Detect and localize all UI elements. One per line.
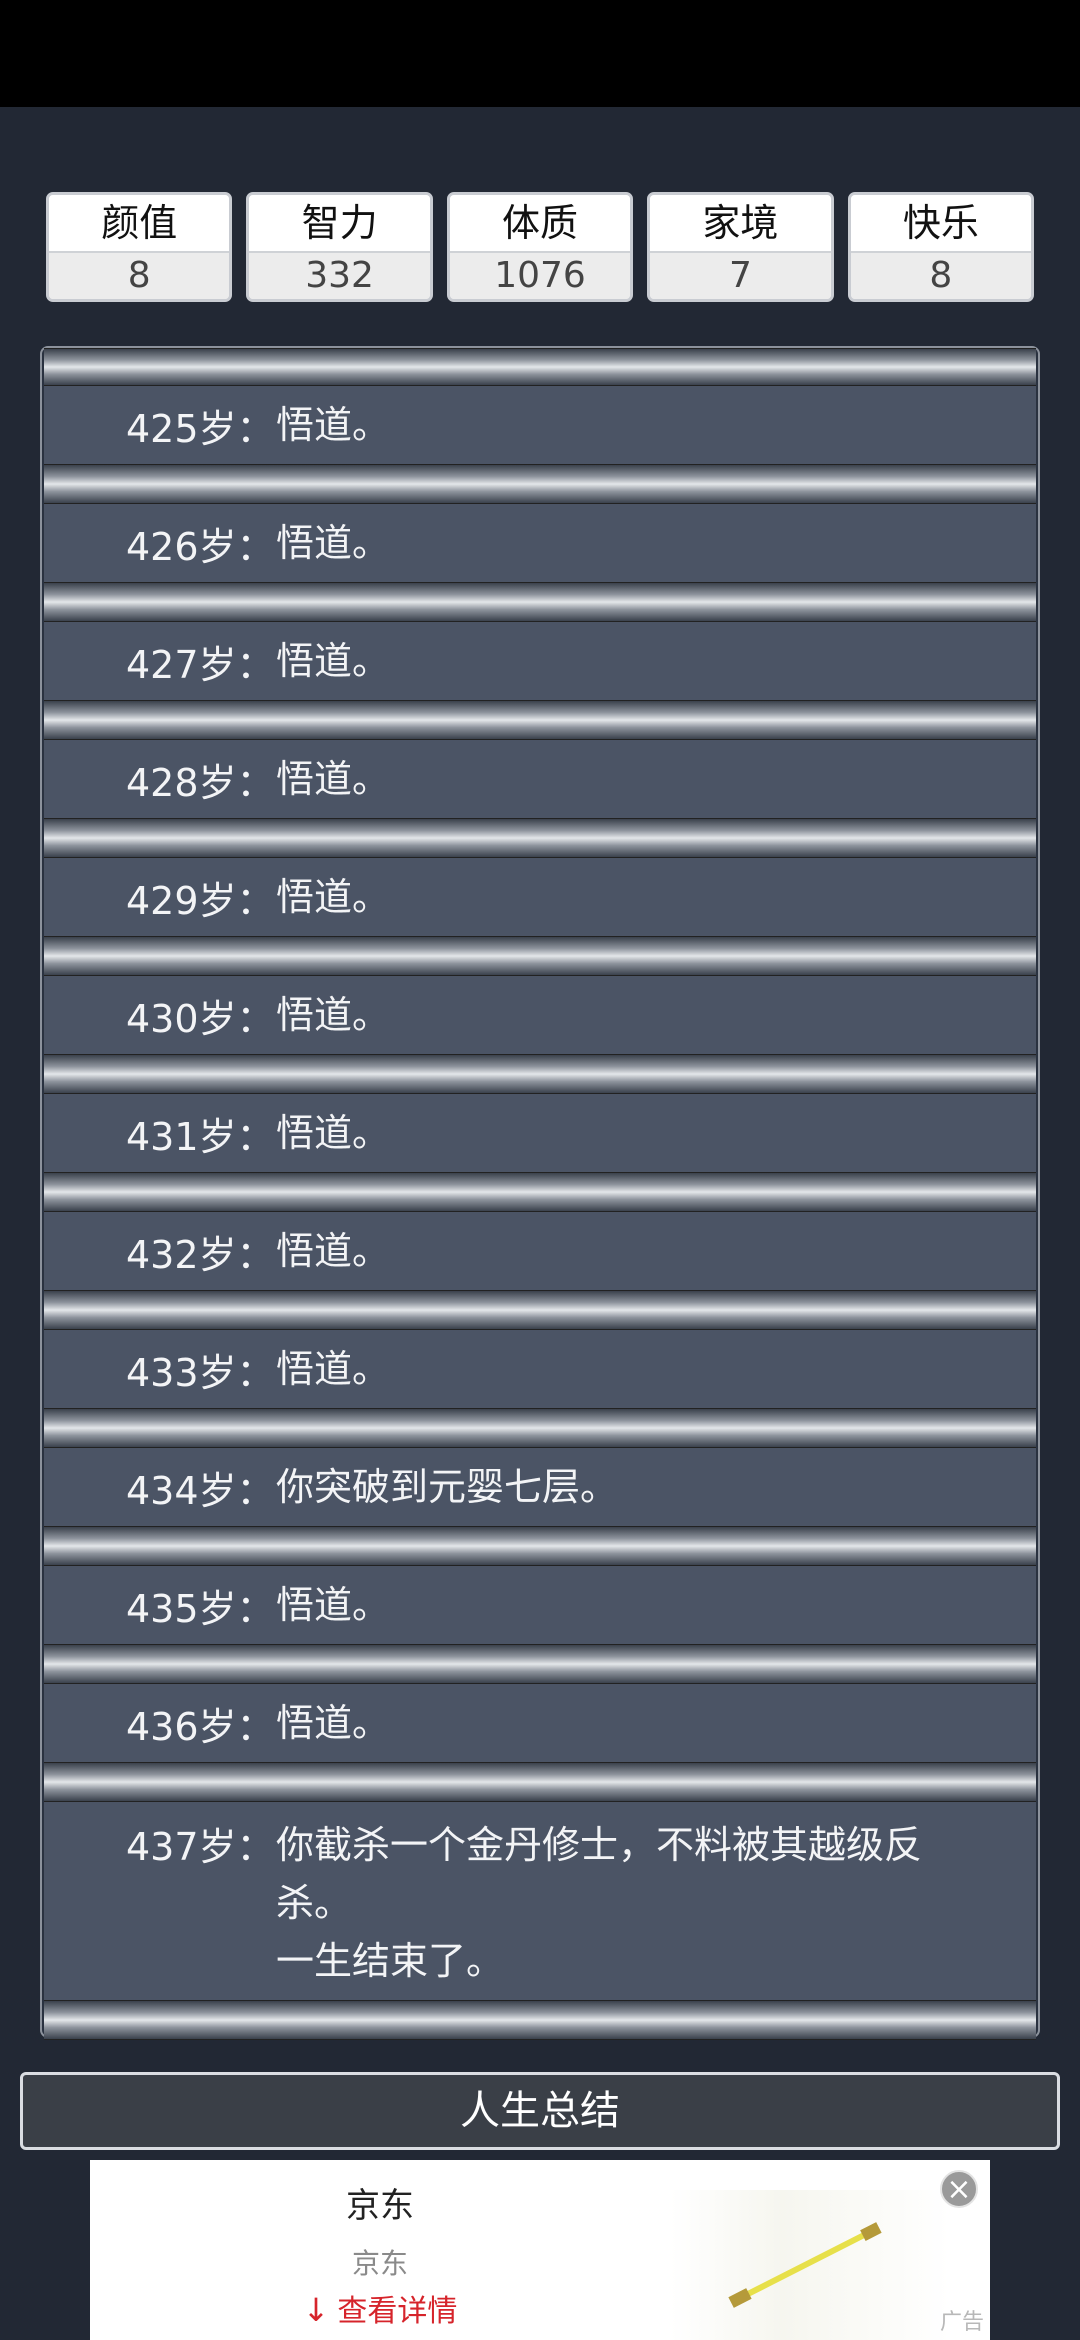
log-entry: 433岁： 悟道。: [44, 1330, 1036, 1408]
log-entry: 432岁： 悟道。: [44, 1212, 1036, 1290]
log-event-line: 悟道。: [276, 521, 391, 565]
log-separator: [44, 1762, 1036, 1802]
log-entry: 437岁： 你截杀一个金丹修士，不料被其越级反杀。 一生结束了。: [44, 1802, 1036, 2000]
log-entry: 429岁： 悟道。: [44, 858, 1036, 936]
status-bar: [0, 0, 1080, 107]
log-entry: 431岁： 悟道。: [44, 1094, 1036, 1172]
log-event: 你截杀一个金丹修士，不料被其越级反杀。 一生结束了。: [276, 1816, 1036, 1990]
cable-image: [728, 2222, 882, 2308]
stat-label: 颜值: [49, 195, 230, 253]
log-event: 悟道。: [276, 1104, 1036, 1162]
close-icon[interactable]: ×: [940, 2170, 978, 2208]
log-separator: [44, 1644, 1036, 1684]
log-separator: [44, 1526, 1036, 1566]
log-event: 悟道。: [276, 1340, 1036, 1398]
download-arrow-icon: ↓: [302, 2291, 330, 2329]
log-event-line: 悟道。: [276, 757, 391, 801]
log-separator: [44, 1408, 1036, 1448]
log-separator: [44, 818, 1036, 858]
log-event-line: 悟道。: [276, 1111, 391, 1155]
log-age: 426岁：: [126, 524, 275, 569]
life-summary-button[interactable]: 人生总结: [20, 2072, 1060, 2150]
stat-family: 家境 7: [647, 192, 834, 302]
log-event-line: 悟道。: [276, 1229, 391, 1273]
stat-constitution: 体质 1076: [446, 192, 634, 302]
log-event: 悟道。: [276, 1694, 1036, 1752]
stat-value: 1076: [449, 253, 631, 299]
log-age: 430岁：: [126, 996, 275, 1041]
log-entry: 426岁： 悟道。: [44, 504, 1036, 582]
log-event-line: 悟道。: [276, 639, 391, 683]
log-entry: 430岁： 悟道。: [44, 976, 1036, 1054]
stat-value: 332: [249, 253, 430, 299]
log-event: 悟道。: [276, 514, 1036, 572]
log-separator: [44, 464, 1036, 504]
log-age: 429岁：: [126, 878, 275, 923]
log-entry: 435岁： 悟道。: [44, 1566, 1036, 1644]
log-event-line: 悟道。: [276, 875, 391, 919]
log-age: 435岁：: [126, 1586, 275, 1631]
log-event-line: 一生结束了。: [276, 1939, 505, 1983]
log-event-line: 悟道。: [276, 1583, 391, 1627]
log-age: 427岁：: [126, 642, 275, 687]
log-event-line: 悟道。: [276, 993, 391, 1037]
ad-label: 广告: [939, 2310, 984, 2335]
attribute-stats: 颜值 8 智力 332 体质 1076 家境 7 快乐 8: [46, 192, 1035, 302]
log-event-line: 你突破到元婴七层。: [276, 1465, 619, 1509]
stat-label: 智力: [249, 195, 430, 253]
stat-value: 7: [650, 253, 831, 299]
log-event: 悟道。: [276, 1222, 1036, 1280]
log-event: 你突破到元婴七层。: [276, 1458, 1036, 1516]
stat-value: 8: [49, 253, 230, 299]
stat-intelligence: 智力 332: [246, 192, 433, 302]
log-age: 436岁：: [126, 1704, 275, 1749]
log-event-line: 悟道。: [276, 1347, 391, 1391]
log-event-line: 悟道。: [276, 403, 391, 447]
log-event-line: 悟道。: [276, 1701, 391, 1745]
stat-appearance: 颜值 8: [46, 192, 233, 302]
log-event: 悟道。: [276, 396, 1036, 454]
log-entry: 425岁： 悟道。: [44, 386, 1036, 464]
log-separator: [44, 700, 1036, 740]
log-age: 425岁：: [126, 406, 275, 451]
ad-view-details-link[interactable]: ↓ 查看详情: [90, 2286, 670, 2330]
ad-cta-label: 查看详情: [337, 2294, 458, 2329]
log-event-line: 你截杀一个金丹修士，不料被其越级反杀。: [276, 1823, 923, 1925]
log-event: 悟道。: [276, 750, 1036, 808]
log-separator: [44, 348, 1036, 386]
stat-label: 家境: [650, 195, 831, 253]
ad-title: 京东: [346, 2186, 414, 2226]
log-age: 432岁：: [126, 1232, 275, 1277]
log-event: 悟道。: [276, 632, 1036, 690]
log-entry: 434岁： 你突破到元婴七层。: [44, 1448, 1036, 1526]
log-entry: 427岁： 悟道。: [44, 622, 1036, 700]
stat-label: 快乐: [850, 195, 1032, 253]
log-separator: [44, 1172, 1036, 1212]
log-age: 428岁：: [126, 760, 275, 805]
log-separator: [44, 936, 1036, 976]
stat-label: 体质: [449, 195, 631, 253]
log-separator: [44, 582, 1036, 622]
log-event: 悟道。: [276, 868, 1036, 926]
log-event: 悟道。: [276, 1576, 1036, 1634]
stat-happiness: 快乐 8: [847, 192, 1035, 302]
ad-subtitle: 京东: [351, 2247, 408, 2280]
log-separator: [44, 2000, 1036, 2040]
log-age: 431岁：: [126, 1114, 275, 1159]
life-log-panel[interactable]: 425岁： 悟道。 426岁： 悟道。 427岁： 悟道。 428岁： 悟道。 …: [40, 346, 1040, 2040]
log-entry: 436岁： 悟道。: [44, 1684, 1036, 1762]
ad-product-image[interactable]: [670, 2190, 950, 2340]
ad-banner[interactable]: 京东 京东 ↓ 查看详情 × 广告: [90, 2160, 990, 2340]
log-entry: 428岁： 悟道。: [44, 740, 1036, 818]
log-age: 434岁：: [126, 1468, 275, 1513]
log-separator: [44, 1054, 1036, 1094]
log-age: 437岁：: [126, 1825, 275, 1869]
log-event: 悟道。: [276, 986, 1036, 1044]
log-age: 433岁：: [126, 1350, 275, 1395]
stat-value: 8: [850, 253, 1032, 299]
log-separator: [44, 1290, 1036, 1330]
